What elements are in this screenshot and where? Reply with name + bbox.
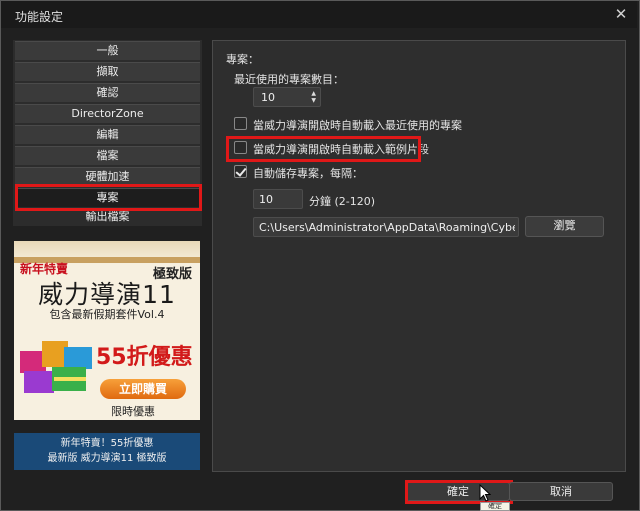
autosave-path-value: C:\Users\Administrator\AppData\Roaming\C… [259,221,515,234]
banner-line-1: 新年特賣！55折優惠 [60,438,154,449]
promo-banner[interactable]: 新年特賣！55折優惠 最新版 威力導演11 極致版 [14,433,200,470]
nav-item-editing[interactable]: 編輯 [15,125,200,144]
section-title: 專案： [226,53,259,66]
highlight-box-sample-option [226,136,421,162]
buy-now-button[interactable]: 立即購買 [100,379,186,399]
gift-boxes-image [20,333,96,395]
nav-item-general[interactable]: 一般 [15,41,200,60]
autosave-checkbox[interactable] [234,165,247,178]
autosave-unit-label: 分鐘 (2-120) [309,195,376,208]
nav-item-capture[interactable]: 擷取 [15,62,200,81]
autosave-interval-value: 10 [259,193,273,206]
autosave-interval-field[interactable]: 10 [253,189,303,209]
cancel-button[interactable]: 取消 [509,482,613,501]
banner-line-2: 最新版 威力導演11 極致版 [47,453,167,464]
spinner-arrows-icon[interactable]: ▲ ▼ [311,90,316,104]
recent-count-spinner[interactable]: 10 ▲ ▼ [253,87,321,107]
highlight-box-project-nav [15,184,202,211]
autosave-label: 自動儲存專案，每隔： [253,167,363,180]
browse-button[interactable]: 瀏覽 [525,216,604,237]
highlight-box-ok [405,480,513,504]
nav-item-directorzone[interactable]: DirectorZone [15,104,200,123]
dialog-title: 功能設定 [15,10,64,24]
auto-load-recent-checkbox[interactable] [234,117,247,130]
mouse-cursor-icon [479,484,491,502]
nav-item-file[interactable]: 檔案 [15,146,200,165]
nav-item-confirmation[interactable]: 確認 [15,83,200,102]
promo-discount: 55折優惠 [96,345,193,370]
recent-count-label: 最近使用的專案數目： [234,73,344,86]
recent-count-value: 10 [261,91,275,104]
ok-tooltip: 確定 [480,502,510,511]
autosave-path-field[interactable]: C:\Users\Administrator\AppData\Roaming\C… [253,217,519,237]
auto-load-recent-label: 當威力導演開啟時自動載入最近使用的專案 [253,119,462,132]
promo-includes: 包含最新假期套件Vol.4 [49,308,165,321]
promo-ad[interactable]: 新年特賣 極致版 威力導演11 包含最新假期套件Vol.4 55折優惠 立即購買… [14,241,200,420]
promo-limited-time: 限時優惠 [111,405,155,418]
close-icon[interactable]: ✕ [612,5,630,23]
title-bar: 功能設定 ✕ [1,1,637,28]
